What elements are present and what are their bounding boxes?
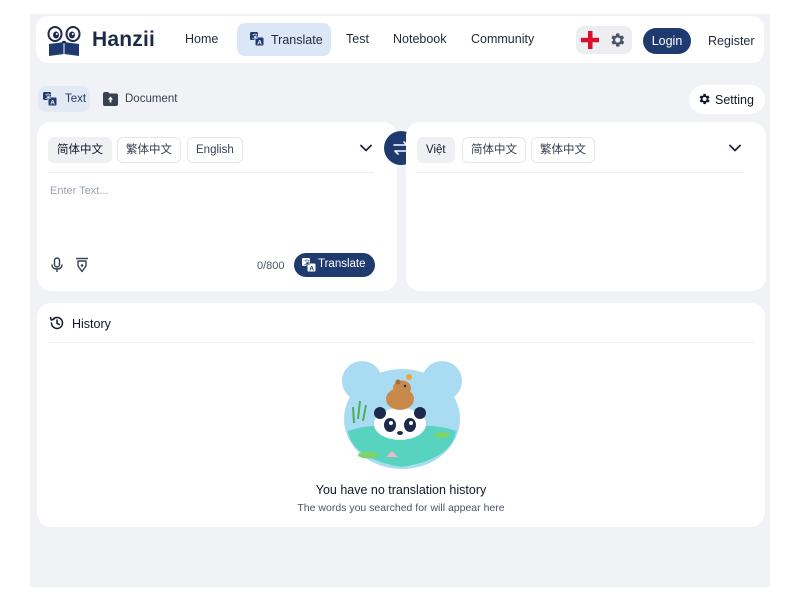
tab-text[interactable]: 文 A Text bbox=[38, 86, 90, 112]
app-stage: Hanzii Home 文 A Translate Test Notebook … bbox=[30, 14, 770, 587]
nav-notebook[interactable]: Notebook bbox=[393, 32, 447, 46]
history-title: History bbox=[72, 317, 111, 331]
chevron-down-icon[interactable] bbox=[360, 144, 372, 152]
tool-group bbox=[576, 26, 632, 54]
microphone-icon[interactable] bbox=[51, 257, 63, 273]
panda-logo-icon[interactable] bbox=[46, 22, 82, 58]
setting-label: Setting bbox=[715, 93, 754, 107]
source-panel: 简体中文 繁体中文 English Enter Text... 0/800 文 … bbox=[37, 122, 397, 291]
target-lang-traditional-chinese[interactable]: 繁体中文 bbox=[531, 137, 595, 163]
nav-translate-label: Translate bbox=[271, 33, 323, 47]
history-divider bbox=[48, 342, 754, 343]
tab-document[interactable]: Document bbox=[103, 92, 177, 111]
target-lang-simplified-chinese[interactable]: 简体中文 bbox=[462, 137, 526, 163]
empty-history-illustration bbox=[342, 361, 462, 469]
svg-text:A: A bbox=[309, 266, 314, 272]
translate-button[interactable]: 文 A Translate bbox=[294, 253, 375, 277]
login-button[interactable]: Login bbox=[643, 28, 691, 54]
setting-button[interactable]: Setting bbox=[689, 85, 765, 114]
source-lang-traditional-chinese[interactable]: 繁体中文 bbox=[117, 137, 181, 163]
tab-text-label: Text bbox=[65, 93, 87, 105]
empty-history-title: You have no translation history bbox=[315, 483, 487, 497]
source-lang-english[interactable]: English bbox=[187, 137, 243, 163]
translate-icon: 文 A bbox=[43, 92, 57, 106]
translate-icon: 文 A bbox=[302, 258, 316, 272]
gear-icon bbox=[699, 93, 710, 105]
brand-name[interactable]: Hanzii bbox=[92, 28, 155, 52]
gear-icon[interactable] bbox=[608, 31, 626, 49]
history-panel: History You have no translation history … bbox=[37, 303, 765, 527]
nav-community[interactable]: Community bbox=[471, 32, 534, 46]
translate-icon: 文 A bbox=[250, 32, 264, 46]
tab-document-label: Document bbox=[125, 93, 178, 105]
svg-text:A: A bbox=[50, 100, 55, 106]
history-icon bbox=[49, 316, 64, 330]
pen-icon[interactable] bbox=[75, 257, 89, 273]
nav-translate[interactable]: 文 A Translate bbox=[237, 23, 331, 56]
translate-button-label: Translate bbox=[318, 258, 366, 270]
register-link[interactable]: Register bbox=[708, 34, 755, 48]
nav-home[interactable]: Home bbox=[185, 32, 218, 46]
target-lang-vietnamese[interactable]: Việt bbox=[417, 137, 455, 163]
svg-text:A: A bbox=[257, 40, 262, 46]
char-count: 0/800 bbox=[257, 260, 285, 272]
source-divider bbox=[48, 172, 374, 173]
source-lang-simplified-chinese[interactable]: 简体中文 bbox=[48, 137, 112, 163]
target-divider bbox=[417, 172, 743, 173]
document-upload-icon bbox=[103, 92, 118, 106]
nav-test[interactable]: Test bbox=[346, 32, 369, 46]
empty-history-subtitle: The words you searched for will appear h… bbox=[297, 502, 505, 514]
chevron-down-icon[interactable] bbox=[729, 144, 741, 152]
uk-flag-icon[interactable] bbox=[580, 30, 600, 50]
target-panel: Việt 简体中文 繁体中文 bbox=[406, 122, 766, 291]
source-text-input[interactable]: Enter Text... bbox=[50, 185, 109, 197]
top-navbar: Hanzii Home 文 A Translate Test Notebook … bbox=[36, 16, 764, 63]
